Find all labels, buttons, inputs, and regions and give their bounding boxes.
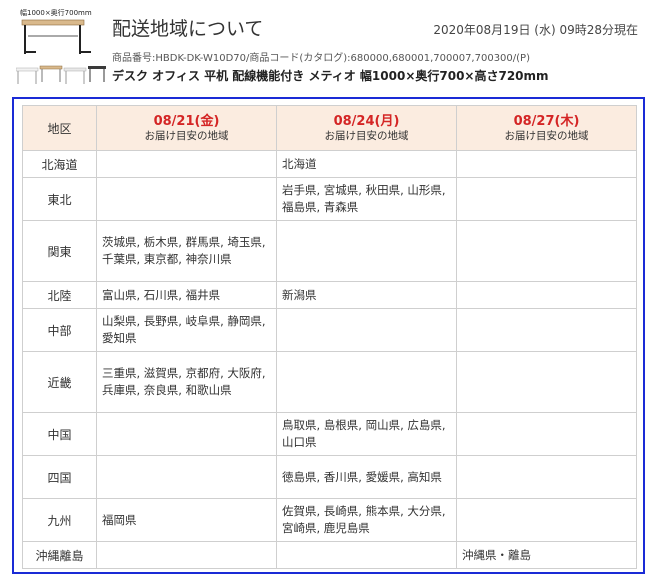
prefecture-cell: 徳島県, 香川県, 愛媛県, 高知県 [276,455,457,499]
desk-image [15,19,106,84]
region-cell: 中国 [22,412,97,456]
prefecture-cell: 山梨県, 長野県, 岐阜県, 静岡県, 愛知県 [96,308,277,352]
region-cell: 近畿 [22,351,97,413]
prefecture-cell [456,220,637,282]
table-row: 中部 山梨県, 長野県, 岐阜県, 静岡県, 愛知県 [22,308,637,352]
delivery-date-subtitle: お届け目安の地域 [504,130,589,142]
delivery-date-subtitle: お届け目安の地域 [144,130,229,142]
prefecture-cell [276,541,457,569]
table-row: 北陸 富山県, 石川県, 福井県 新潟県 [22,281,637,309]
prefecture-cell [96,150,277,178]
page-title: 配送地域について [112,18,264,40]
prefecture-cell [456,308,637,352]
delivery-region-table: 地区 08/21(金) お届け目安の地域 08/24(月) お届け目安の地域 0… [22,105,637,569]
product-thumbnail [15,6,106,88]
date-column-header: 08/27(木) お届け目安の地域 [456,105,637,151]
region-cell: 沖縄離島 [22,541,97,569]
prefecture-cell [276,308,457,352]
region-column-header: 地区 [22,105,97,151]
thumbnail-size-label: 幅1000×奥行700mm [20,9,92,17]
delivery-date-subtitle: お届け目安の地域 [324,130,409,142]
prefecture-cell: 岩手県, 宮城県, 秋田県, 山形県, 福島県, 青森県 [276,177,457,221]
table-row: 四国 徳島県, 香川県, 愛媛県, 高知県 [22,455,637,499]
region-cell: 九州 [22,498,97,542]
prefecture-cell [96,412,277,456]
prefecture-cell [96,177,277,221]
table-row: 中国 鳥取県, 島根県, 岡山県, 広島県, 山口県 [22,412,637,456]
delivery-table-frame: 地区 08/21(金) お届け目安の地域 08/24(月) お届け目安の地域 0… [12,97,645,574]
prefecture-cell [456,281,637,309]
date-column-header: 08/21(金) お届け目安の地域 [96,105,277,151]
delivery-date: 08/24(月) [333,114,400,129]
prefecture-cell [276,351,457,413]
prefecture-cell [96,541,277,569]
prefecture-cell: 沖縄県・離島 [456,541,637,569]
table-row: 九州 福岡県 佐賀県, 長崎県, 熊本県, 大分県, 宮崎県, 鹿児島県 [22,498,637,542]
prefecture-cell: 佐賀県, 長崎県, 熊本県, 大分県, 宮崎県, 鹿児島県 [276,498,457,542]
region-cell: 北海道 [22,150,97,178]
prefecture-cell: 北海道 [276,150,457,178]
delivery-date: 08/21(金) [153,114,220,129]
region-cell: 中部 [22,308,97,352]
prefecture-cell [276,220,457,282]
table-header-row: 地区 08/21(金) お届け目安の地域 08/24(月) お届け目安の地域 0… [22,105,637,151]
prefecture-cell [456,150,637,178]
prefecture-cell [456,498,637,542]
delivery-date: 08/27(木) [513,114,580,129]
table-row: 近畿 三重県, 滋賀県, 京都府, 大阪府, 兵庫県, 奈良県, 和歌山県 [22,351,637,413]
prefecture-cell [456,351,637,413]
product-name: デスク オフィス 平机 配線機能付き メティオ 幅1000×奥行700×高さ72… [112,69,549,83]
timestamp: 2020年08月19日 (水) 09時28分現在 [433,23,638,37]
region-cell: 関東 [22,220,97,282]
prefecture-cell [456,412,637,456]
region-cell: 四国 [22,455,97,499]
table-row: 北海道 北海道 [22,150,637,178]
table-row: 関東 茨城県, 栃木県, 群馬県, 埼玉県, 千葉県, 東京都, 神奈川県 [22,220,637,282]
prefecture-cell [456,455,637,499]
prefecture-cell: 富山県, 石川県, 福井県 [96,281,277,309]
region-cell: 北陸 [22,281,97,309]
prefecture-cell [456,177,637,221]
prefecture-cell [96,455,277,499]
date-column-header: 08/24(月) お届け目安の地域 [276,105,457,151]
prefecture-cell: 新潟県 [276,281,457,309]
prefecture-cell: 茨城県, 栃木県, 群馬県, 埼玉県, 千葉県, 東京都, 神奈川県 [96,220,277,282]
table-row: 沖縄離島 沖縄県・離島 [22,541,637,569]
prefecture-cell: 福岡県 [96,498,277,542]
region-cell: 東北 [22,177,97,221]
table-row: 東北 岩手県, 宮城県, 秋田県, 山形県, 福島県, 青森県 [22,177,637,221]
page-header: 幅1000×奥行700mm 配送地域について 2020年08月19日 (水) 0… [0,0,660,92]
product-number: 商品番号:HBDK-DK-W10D70/商品コード(カタログ):680000,6… [112,53,530,64]
prefecture-cell: 鳥取県, 島根県, 岡山県, 広島県, 山口県 [276,412,457,456]
prefecture-cell: 三重県, 滋賀県, 京都府, 大阪府, 兵庫県, 奈良県, 和歌山県 [96,351,277,413]
